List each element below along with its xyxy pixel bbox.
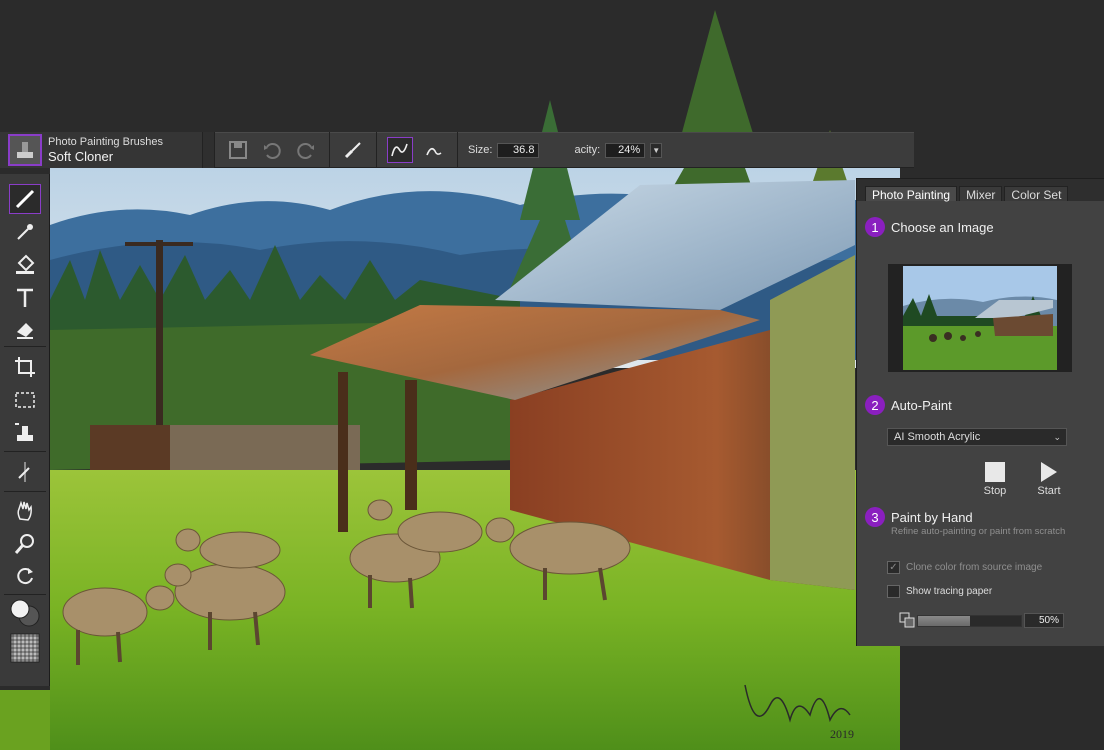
step-title[interactable]: Paint by Hand: [891, 510, 973, 525]
brush-selector[interactable]: Photo Painting Brushes Soft Cloner: [0, 132, 203, 168]
opacity-field[interactable]: 24%: [605, 142, 646, 158]
toolbox-divider: [4, 491, 46, 492]
step-title[interactable]: Auto-Paint: [891, 398, 952, 413]
slider-fill: [918, 616, 970, 626]
step-number: 2: [865, 395, 885, 415]
step-choose-image: 1 Choose an Image: [865, 217, 994, 237]
opacity-label: acity:: [574, 144, 601, 156]
size-field[interactable]: 36.8: [497, 142, 540, 158]
property-bar: Photo Painting Brushes Soft Cloner Size:…: [0, 132, 914, 168]
stop-button[interactable]: Stop: [975, 462, 1015, 497]
dropper-icon[interactable]: [9, 217, 41, 247]
step-subtitle: Refine auto-painting or paint from scrat…: [891, 526, 1066, 537]
panel-tabs: Photo Painting Mixer Color Set: [857, 179, 1104, 202]
tracing-opacity-icon: [899, 612, 915, 633]
tab-photo-painting[interactable]: Photo Painting: [865, 186, 958, 202]
freehand-stroke-icon[interactable]: [387, 137, 413, 163]
opacity-dropdown-icon[interactable]: ▼: [650, 142, 663, 158]
cloner-icon[interactable]: [9, 417, 41, 447]
photo-painting-panel: Photo Painting Mixer Color Set 1 Choose …: [856, 178, 1104, 646]
brush-tool-group: [330, 132, 377, 168]
tracing-opacity-slider[interactable]: [917, 615, 1022, 627]
play-icon: [1041, 462, 1057, 482]
start-button[interactable]: Start: [1029, 462, 1069, 497]
eraser-icon[interactable]: [9, 314, 41, 344]
crop-icon[interactable]: [9, 352, 41, 382]
color-swatch-icon[interactable]: [9, 598, 41, 630]
toolbox-divider: [4, 594, 46, 595]
clone-color-checkbox[interactable]: ✓: [887, 561, 900, 574]
save-icon[interactable]: [225, 137, 251, 163]
brush-thumbnail-icon[interactable]: [8, 134, 42, 166]
paint-bucket-icon[interactable]: [9, 250, 41, 280]
step-paint-by-hand: 3 Paint by Hand: [865, 507, 973, 527]
tracing-opacity-field[interactable]: 50%: [1024, 613, 1064, 628]
source-image-thumbnail[interactable]: [888, 264, 1072, 372]
toolbox: [0, 174, 50, 686]
brush-variant: Soft Cloner: [48, 148, 114, 164]
tab-color-set[interactable]: Color Set: [1004, 186, 1069, 202]
redo-icon[interactable]: [293, 137, 319, 163]
stop-icon: [985, 462, 1005, 482]
auto-paint-preset-select[interactable]: AI Smooth Acrylic ⌄: [887, 428, 1067, 446]
start-label: Start: [1037, 485, 1061, 497]
brush-tool-icon[interactable]: [340, 137, 366, 163]
file-history-group: [215, 132, 330, 168]
tracing-paper-checkbox-row[interactable]: Show tracing paper: [887, 585, 992, 598]
undo-icon[interactable]: [259, 137, 285, 163]
tab-mixer[interactable]: Mixer: [959, 186, 1003, 202]
rect-select-icon[interactable]: [9, 385, 41, 415]
step-auto-paint: 2 Auto-Paint: [865, 395, 952, 415]
toolbox-divider: [4, 451, 46, 452]
grabber-icon[interactable]: [9, 496, 41, 526]
clone-color-label: Clone color from source image: [906, 562, 1043, 573]
tracing-paper-checkbox[interactable]: [887, 585, 900, 598]
stroke-type-group: [377, 132, 458, 168]
rotate-icon[interactable]: [9, 561, 41, 591]
size-opacity-group: Size: 36.8 acity: 24% ▼: [458, 132, 672, 168]
clone-color-checkbox-row[interactable]: ✓ Clone color from source image: [887, 561, 1042, 574]
step-number: 3: [865, 507, 885, 527]
brush-icon[interactable]: [9, 184, 41, 214]
stop-label: Stop: [983, 485, 1007, 497]
chevron-down-icon: ⌄: [1053, 432, 1061, 442]
brush-category: Photo Painting Brushes: [48, 135, 163, 148]
signature-year: 2019: [830, 727, 854, 741]
bar-spacer: [203, 132, 215, 168]
symmetry-icon[interactable]: [9, 457, 41, 487]
size-label: Size:: [468, 144, 493, 156]
toolbox-divider: [4, 346, 46, 347]
straight-stroke-icon[interactable]: [421, 137, 447, 163]
artist-signature: 2019: [744, 684, 854, 741]
paper-texture-icon[interactable]: [9, 632, 41, 664]
step-number: 1: [865, 217, 885, 237]
tracing-paper-label: Show tracing paper: [906, 586, 993, 597]
step-title[interactable]: Choose an Image: [891, 220, 994, 235]
preset-value: AI Smooth Acrylic: [894, 431, 981, 443]
text-icon[interactable]: [9, 283, 41, 313]
magnifier-icon[interactable]: [9, 529, 41, 559]
